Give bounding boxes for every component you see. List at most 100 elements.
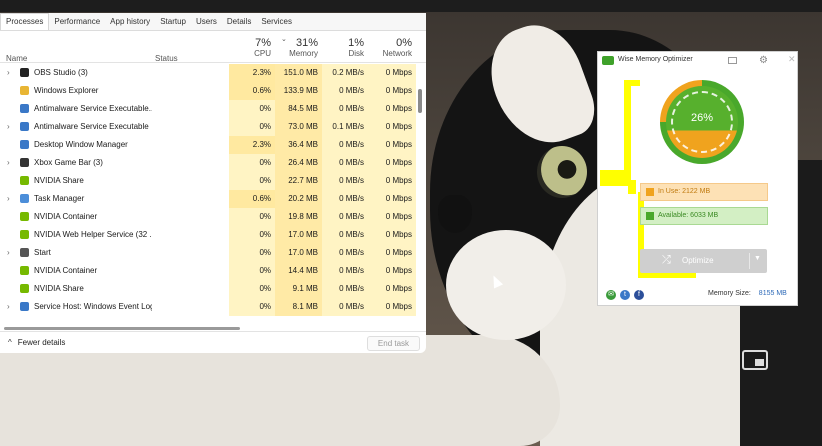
table-row[interactable]: › Antimalware Service Executable 0% 73.0 MB… xyxy=(0,118,426,136)
vertical-scrollbar[interactable] xyxy=(418,89,422,113)
cpu-value: 0% xyxy=(229,226,275,244)
tab-startup[interactable]: Startup xyxy=(155,17,191,30)
nvidia-icon xyxy=(20,176,29,185)
column-memory[interactable]: 31% Memory xyxy=(275,37,318,58)
gear-icon[interactable]: ⚙ xyxy=(759,55,768,66)
memory-label: Memory xyxy=(289,49,318,58)
disk-value: 0 MB/s xyxy=(322,244,368,262)
column-network[interactable]: 0% Network xyxy=(368,37,412,58)
column-status[interactable]: Status xyxy=(155,54,178,63)
tab-users[interactable]: Users xyxy=(191,17,222,30)
table-row[interactable]: NVIDIA Web Helper Service (32 ... 0% 17.0 … xyxy=(0,226,426,244)
available-label: Available: 6033 MB xyxy=(658,212,719,219)
wise-memory-optimizer-window: Wise Memory Optimizer ⚙ ✕ 26% In Use: 21… xyxy=(597,51,798,306)
cpu-value: 0% xyxy=(229,154,275,172)
table-row[interactable]: NVIDIA Share 0% 9.1 MB 0 MB/s 0 Mbps xyxy=(0,280,426,298)
table-row[interactable]: NVIDIA Container 0% 19.8 MB 0 MB/s 0 Mbps xyxy=(0,208,426,226)
table-row[interactable]: NVIDIA Share 0% 22.7 MB 0 MB/s 0 Mbps xyxy=(0,172,426,190)
network-value: 0 Mbps xyxy=(368,262,416,280)
process-list: › OBS Studio (3) 2.3% 151.0 MB 0.2 MB/s 0 Mbp… xyxy=(0,64,426,324)
network-total: 0% xyxy=(396,37,412,49)
table-row[interactable]: › OBS Studio (3) 2.3% 151.0 MB 0.2 MB/s 0 Mbp… xyxy=(0,64,426,82)
table-row[interactable]: › Service Host: Windows Event Log 0% 8.1 MB… xyxy=(0,298,426,316)
fewer-details-button[interactable]: ^ Fewer details xyxy=(8,338,65,347)
tab-bar: Processes Performance App history Startu… xyxy=(0,13,426,31)
picture-in-picture-icon[interactable] xyxy=(742,350,768,370)
table-row[interactable]: › Start 0% 17.0 MB 0 MB/s 0 Mbps xyxy=(0,244,426,262)
column-name[interactable]: Name xyxy=(6,54,27,63)
table-row[interactable]: Windows Explorer 0.6% 133.9 MB 0 MB/s 0 Mbps xyxy=(0,82,426,100)
network-value: 0 Mbps xyxy=(368,172,416,190)
table-row[interactable]: › Xbox Game Bar (3) 0% 26.4 MB 0 MB/s 0 Mbps xyxy=(0,154,426,172)
table-row[interactable]: Desktop Window Manager 2.3% 36.4 MB 0 MB/s 0… xyxy=(0,136,426,154)
cpu-value: 0.6% xyxy=(229,82,275,100)
disk-value: 0.2 MB/s xyxy=(322,64,368,82)
folder-icon xyxy=(20,86,29,95)
chat-icon[interactable]: ✉ xyxy=(606,290,616,300)
expand-chevron-icon[interactable]: › xyxy=(7,248,10,257)
tab-services[interactable]: Services xyxy=(256,17,297,30)
xbox-icon xyxy=(20,158,29,167)
horizontal-scrollbar[interactable] xyxy=(4,327,240,330)
optimize-button[interactable]: ⤮ Optimize ▼ xyxy=(640,249,767,273)
disk-label: Disk xyxy=(348,49,364,58)
cpu-label: CPU xyxy=(254,49,271,58)
tab-app-history[interactable]: App history xyxy=(105,17,155,30)
task-manager-window: Processes Performance App history Startu… xyxy=(0,13,426,353)
nvidia-icon xyxy=(20,266,29,275)
process-name: NVIDIA Container xyxy=(34,212,98,221)
highlight-mark xyxy=(600,170,630,186)
expand-chevron-icon[interactable]: › xyxy=(7,194,10,203)
chevron-up-icon: ^ xyxy=(8,338,12,347)
process-name: Desktop Window Manager xyxy=(34,140,128,149)
disk-value: 0 MB/s xyxy=(322,136,368,154)
memory-value: 17.0 MB xyxy=(275,226,322,244)
tab-details[interactable]: Details xyxy=(222,17,256,30)
table-row[interactable]: NVIDIA Container 0% 14.4 MB 0 MB/s 0 Mbps xyxy=(0,262,426,280)
expand-chevron-icon[interactable]: › xyxy=(7,158,10,167)
close-icon[interactable]: ✕ xyxy=(788,54,796,65)
dropdown-chevron-icon[interactable]: ▼ xyxy=(754,255,761,262)
in-use-label: In Use: 2122 MB xyxy=(658,188,711,195)
disk-value: 0 MB/s xyxy=(322,100,368,118)
column-disk[interactable]: 1% Disk xyxy=(322,37,364,58)
service-icon xyxy=(20,302,29,311)
cat-muzzle xyxy=(446,230,566,340)
nvidia-icon xyxy=(20,212,29,221)
cpu-value: 0% xyxy=(229,172,275,190)
disk-total: 1% xyxy=(348,37,364,49)
disk-value: 0 MB/s xyxy=(322,262,368,280)
cpu-value: 0% xyxy=(229,262,275,280)
process-name: Antimalware Service Executable xyxy=(34,122,149,131)
process-name: NVIDIA Share xyxy=(34,176,84,185)
process-name: Service Host: Windows Event Log xyxy=(34,302,152,311)
expand-chevron-icon[interactable]: › xyxy=(7,122,10,131)
facebook-icon[interactable]: f xyxy=(634,290,644,300)
tab-processes[interactable]: Processes xyxy=(0,13,50,30)
network-value: 0 Mbps xyxy=(368,208,416,226)
table-row[interactable]: › Task Manager 0.6% 20.2 MB 0 MB/s 0 Mbps xyxy=(0,190,426,208)
memory-total: 31% xyxy=(295,37,318,49)
defender-icon xyxy=(20,104,29,113)
expand-chevron-icon[interactable]: › xyxy=(7,68,10,77)
disk-value: 0.1 MB/s xyxy=(322,118,368,136)
twitter-icon[interactable]: t xyxy=(620,290,630,300)
disk-value: 0 MB/s xyxy=(322,208,368,226)
nvidia-icon xyxy=(20,230,29,239)
network-value: 0 Mbps xyxy=(368,190,416,208)
table-row[interactable]: Antimalware Service Executable... 0% 84.5 … xyxy=(0,100,426,118)
available-swatch xyxy=(646,212,654,220)
top-bar xyxy=(0,0,822,12)
column-cpu[interactable]: 7% CPU xyxy=(229,37,271,58)
cat-eye xyxy=(537,146,587,198)
defender-icon xyxy=(20,122,29,131)
end-task-button[interactable]: End task xyxy=(367,336,420,351)
app-logo-icon xyxy=(602,56,614,65)
cpu-value: 2.3% xyxy=(229,136,275,154)
network-value: 0 Mbps xyxy=(368,64,416,82)
tab-performance[interactable]: Performance xyxy=(49,17,105,30)
expand-chevron-icon[interactable]: › xyxy=(7,302,10,311)
mail-icon[interactable] xyxy=(728,57,737,64)
cpu-value: 0.6% xyxy=(229,190,275,208)
memory-value: 20.2 MB xyxy=(275,190,322,208)
